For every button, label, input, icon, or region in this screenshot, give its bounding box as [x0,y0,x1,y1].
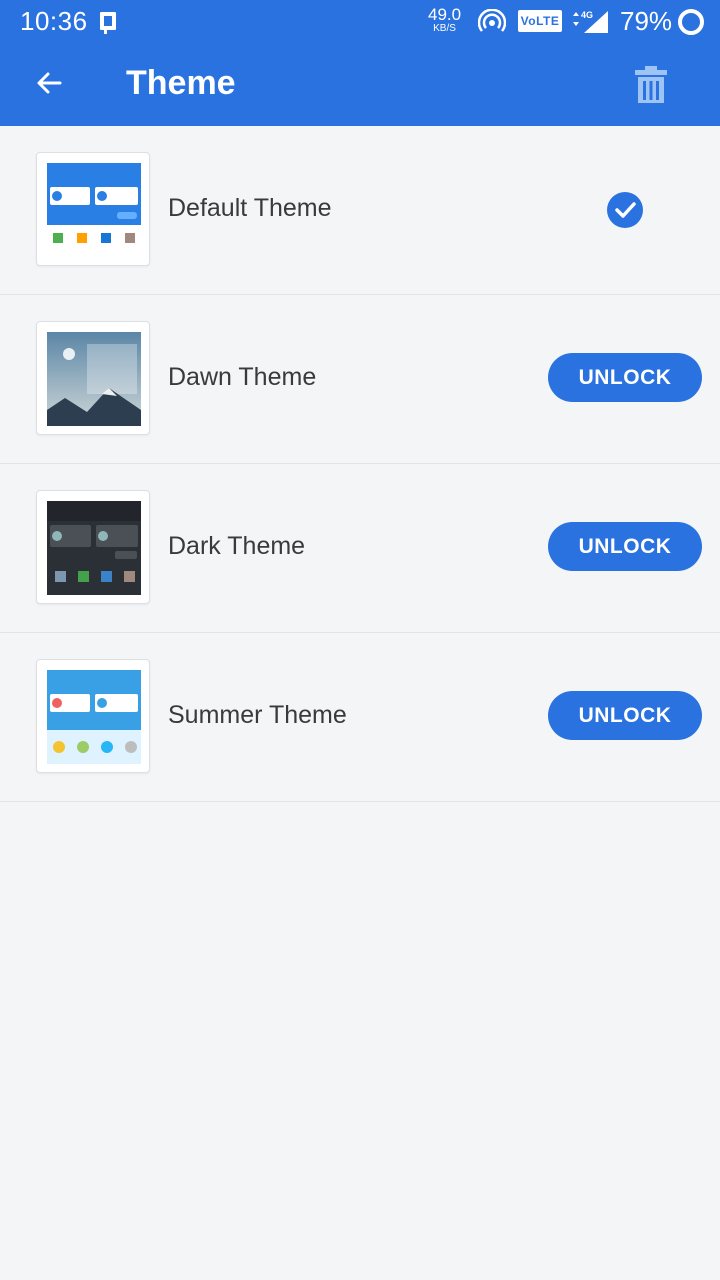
battery-ring-icon [678,9,704,35]
dawn-theme-preview [36,321,150,435]
dark-theme-preview [36,490,150,604]
battery-percent: 79% [620,6,673,36]
page-title: Theme [126,64,236,102]
theme-row-dark[interactable]: Dark Theme UNLOCK [0,464,720,633]
unlock-button[interactable]: UNLOCK [548,353,702,402]
theme-row-summer[interactable]: Summer Theme UNLOCK [0,633,720,802]
summer-theme-preview [36,659,150,773]
dawn-theme-preview-image [47,332,141,426]
check-circle-icon [607,192,643,228]
trash-icon[interactable] [628,62,674,108]
theme-list: Default Theme Dawn Theme UNLOCK Dark The… [0,126,720,802]
arrow-left-icon[interactable] [30,64,68,102]
theme-name: Dark Theme [168,532,306,560]
dark-theme-preview-image [47,501,141,595]
status-bar: 10:36 49.0 KB/S VoLTE 4G 79% [0,0,720,44]
theme-row-default[interactable]: Default Theme [0,126,720,295]
status-time: 10:36 [20,6,88,36]
default-theme-preview [36,152,150,266]
volte-badge: VoLTE [518,10,562,32]
unlock-button[interactable]: UNLOCK [548,522,702,571]
notification-icon [100,12,116,34]
app-bar: 10:36 49.0 KB/S VoLTE 4G 79% Theme [0,0,720,126]
theme-name: Summer Theme [168,701,347,729]
summer-theme-preview-image [47,670,141,764]
net-speed: 49.0 KB/S [428,5,462,34]
theme-name: Default Theme [168,194,332,222]
default-theme-preview-image [47,163,141,257]
svg-text:4G: 4G [581,10,593,20]
hotspot-icon [478,9,506,32]
theme-name: Dawn Theme [168,363,317,391]
unlock-button[interactable]: UNLOCK [548,691,702,740]
theme-row-dawn[interactable]: Dawn Theme UNLOCK [0,295,720,464]
signal-icon: 4G [573,10,608,33]
